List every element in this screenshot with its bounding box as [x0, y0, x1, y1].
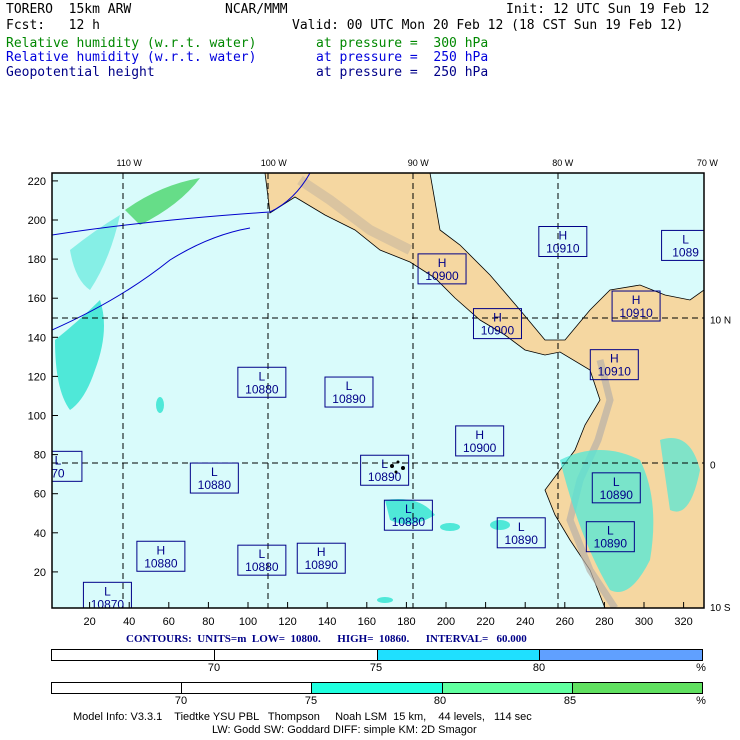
center-value: 10880: [144, 556, 178, 570]
center-value: 10900: [425, 269, 459, 283]
y-tick-label: 120: [28, 371, 46, 383]
cb2-label: 85: [563, 695, 577, 707]
x-tick-label: 180: [397, 616, 415, 628]
center-type: H: [475, 428, 484, 442]
center-value: 10890: [305, 558, 339, 572]
y-tick-label: 140: [28, 332, 46, 344]
center-type: H: [610, 352, 619, 366]
colorbar-rh250: [51, 649, 703, 661]
x-tick-label: 80: [202, 616, 214, 628]
colorbar-segment: [377, 650, 541, 660]
center-type: L: [405, 502, 412, 516]
y-tick-label: 60: [34, 489, 46, 501]
x-tick-label: 200: [437, 616, 455, 628]
cb2-label: 70: [174, 695, 188, 707]
model-info-line2: LW: Godd SW: Goddard DIFF: simple KM: 2D…: [212, 724, 477, 736]
colorbar-segment: [540, 650, 702, 660]
x-tick-label: 280: [595, 616, 613, 628]
center-value: 1089: [672, 245, 699, 259]
center-value: 10900: [481, 324, 515, 338]
center-type: H: [558, 229, 567, 243]
x-tick-label: 260: [556, 616, 574, 628]
x-tick-label: 160: [358, 616, 376, 628]
center-value: 10880: [245, 560, 279, 574]
center-type: H: [317, 545, 326, 559]
cb2-label: 75: [304, 695, 318, 707]
center-type: H: [157, 543, 166, 557]
contour-info: CONTOURS: UNITS=m LOW= 10800. HIGH= 1086…: [126, 633, 527, 645]
cb2-unit: %: [696, 695, 706, 707]
center-value: 10910: [598, 365, 632, 379]
x-tick-label: 60: [163, 616, 175, 628]
x-tick-label: 20: [83, 616, 95, 628]
center-value: 10880: [245, 382, 279, 396]
map-plot: L10880 L10890L10880H10880L10880H10890L108…: [28, 158, 731, 628]
longitude-label: 70 W: [697, 158, 719, 168]
center-type: L: [607, 524, 614, 538]
center-value: 10900: [463, 441, 497, 455]
center-value: 10880: [392, 515, 426, 529]
center-type: H: [493, 311, 502, 325]
longitude-label: 80 W: [552, 158, 574, 168]
cb1-label: 80: [532, 662, 546, 674]
colorbar-segment: [214, 650, 378, 660]
colorbar-segment: [312, 683, 443, 693]
y-tick-label: 80: [34, 450, 46, 462]
cb1-label: 70: [207, 662, 221, 674]
center-type: L: [259, 547, 266, 561]
x-tick-label: 320: [674, 616, 692, 628]
center-type: L: [55, 453, 62, 467]
model-info-line1: Model Info: V3.3.1 Tiedtke YSU PBL Thomp…: [73, 711, 532, 723]
longitude-label: 100 W: [261, 158, 288, 168]
center-value: 70: [51, 466, 65, 480]
x-tick-label: 100: [239, 616, 257, 628]
cb2-label: 80: [433, 695, 447, 707]
colorbar-segment: [572, 683, 703, 693]
center-value: 10890: [600, 488, 634, 502]
x-tick-label: 40: [123, 616, 135, 628]
center-type: L: [104, 584, 111, 598]
center-value: 10910: [619, 306, 653, 320]
latitude-label: 10 S: [710, 603, 731, 614]
center-value: 10880: [198, 478, 232, 492]
center-type: L: [518, 520, 525, 534]
center-value: 10890: [332, 392, 366, 406]
center-value: 10890: [594, 537, 628, 551]
longitude-label: 110 W: [117, 158, 143, 168]
x-tick-label: 140: [318, 616, 336, 628]
colorbar-segment: [442, 683, 573, 693]
colorbar-segment: [52, 650, 215, 660]
y-tick-label: 220: [28, 176, 46, 188]
latitude-label: 0: [710, 460, 716, 471]
colorbar-segment: [52, 683, 183, 693]
cb1-unit: %: [696, 662, 706, 674]
cb1-label: 75: [369, 662, 383, 674]
colorbar-segment: [182, 683, 313, 693]
longitude-label: 90 W: [408, 158, 430, 168]
center-value: 10890: [368, 470, 402, 484]
x-tick-label: 300: [635, 616, 653, 628]
y-tick-label: 20: [34, 567, 46, 579]
y-tick-label: 100: [28, 411, 46, 423]
center-type: L: [613, 475, 620, 489]
center-type: L: [381, 457, 388, 471]
x-tick-label: 240: [516, 616, 534, 628]
x-tick-label: 220: [476, 616, 494, 628]
center-value: 10910: [546, 242, 580, 256]
center-type: L: [211, 465, 218, 479]
latitude-label: 10 N: [710, 316, 731, 327]
center-value: 10890: [505, 533, 539, 547]
center-type: L: [682, 232, 689, 246]
y-tick-label: 200: [28, 215, 46, 227]
y-tick-label: 40: [34, 528, 46, 540]
center-type: L: [346, 379, 353, 393]
y-tick-label: 160: [28, 293, 46, 305]
y-tick-label: 180: [28, 254, 46, 266]
x-tick-label: 120: [278, 616, 296, 628]
center-value: 10870: [91, 597, 125, 611]
center-type: H: [632, 293, 641, 307]
colorbar-rh300: [51, 682, 703, 694]
center-type: H: [438, 256, 447, 270]
center-type: L: [259, 369, 266, 383]
